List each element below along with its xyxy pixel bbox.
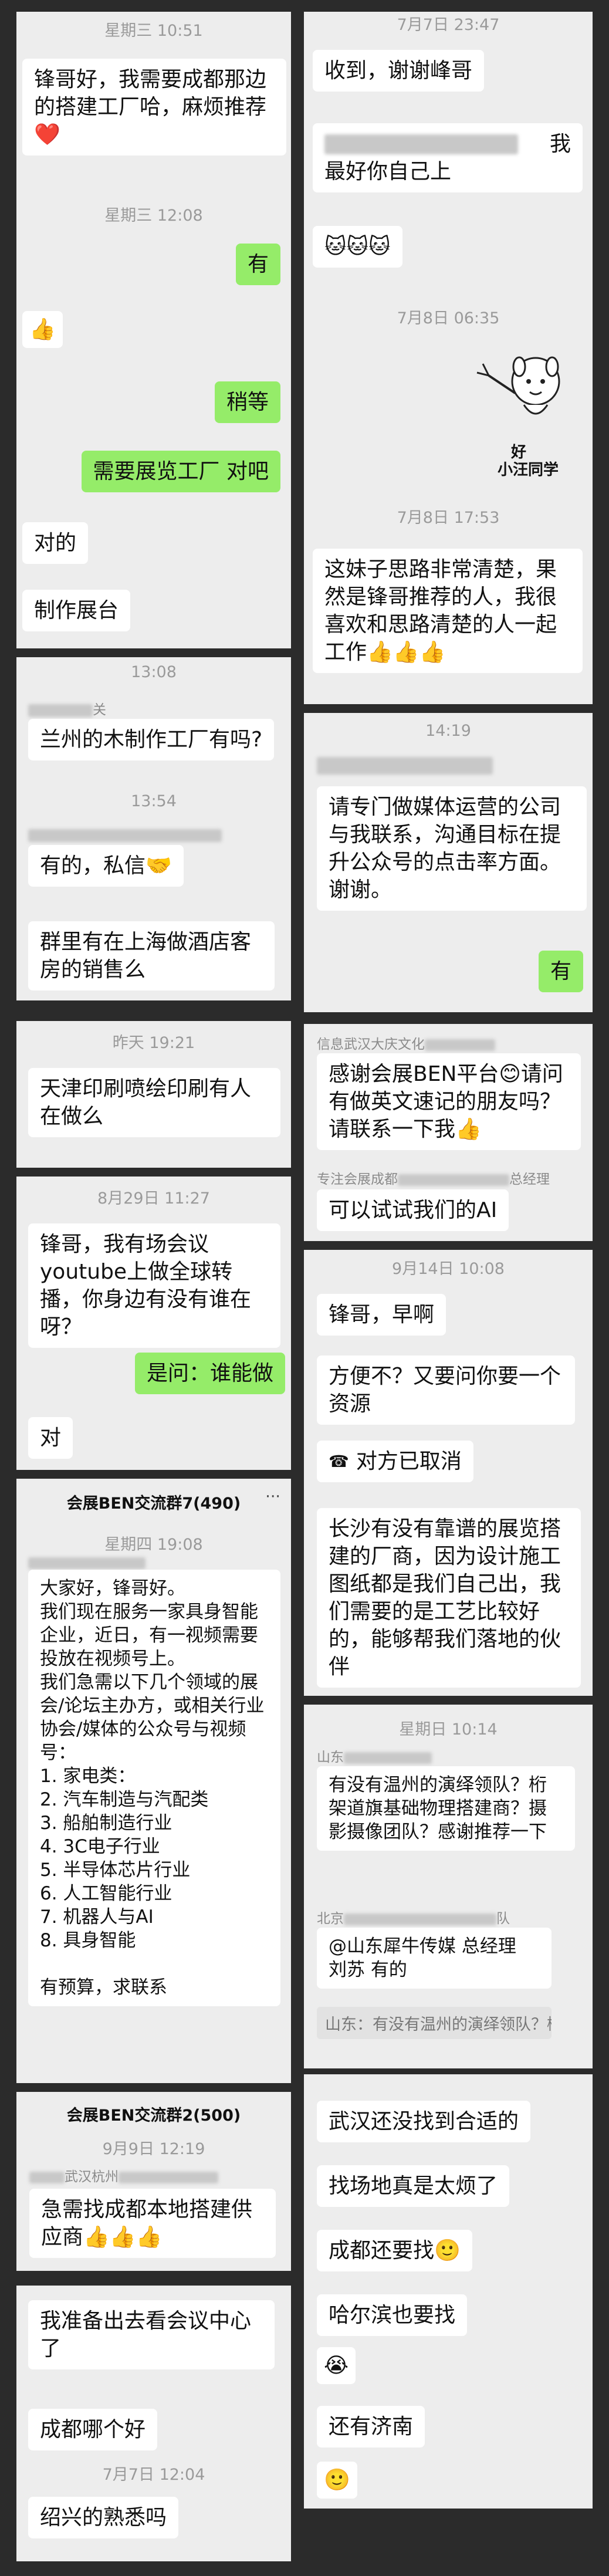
message-bubble[interactable]: 找场地真是太烦了 <box>317 2165 510 2207</box>
message-bubble[interactable]: @山东犀牛传媒 总经理 刘苏 有的 <box>317 1928 552 1989</box>
timestamp: 7月8日 06:35 <box>397 309 500 327</box>
message-line <box>40 1952 269 1976</box>
message-bubble[interactable]: 对的 <box>22 522 89 564</box>
message-bubble[interactable]: 武汉还没找到合适的 <box>317 2101 531 2142</box>
message-line: 5. 半导体芯片行业 <box>40 1860 191 1881</box>
redacted-text <box>324 134 518 154</box>
message-bubble[interactable]: 哈尔滨也要找 <box>317 2294 468 2336</box>
chat-panel-3: 13:08 关 兰州的木制作工厂有吗? 13:54 有的，私信🤝 群里有在上海做… <box>16 657 291 1000</box>
sender-name: 北京队 <box>317 1911 510 1926</box>
message-line: 1. 家电类： <box>40 1766 136 1787</box>
chat-panel-12: 我准备出去看会议中心了 成都哪个好 7月7日 12:04 绍兴的熟悉吗 <box>16 2286 291 2561</box>
message-bubble[interactable]: 请专门做媒体运营的公司与我联系，沟通目标在提升公众号的点击率方面。谢谢。 <box>317 786 587 911</box>
timestamp: 13:54 <box>131 792 177 810</box>
timestamp: 7月7日 23:47 <box>397 16 500 34</box>
message-bubble[interactable]: 制作展台 <box>22 590 131 631</box>
message-bubble[interactable]: 可以试试我们的AI <box>317 1189 509 1231</box>
chat-panel-6: 信息武汉大庆文化 感谢会展BEN平台😊请问有做英文速记的朋友吗？请联系一下我👍 … <box>304 1024 593 1241</box>
sender-name <box>28 1555 146 1570</box>
message-bubble[interactable]: 大家好，锋哥好。 我们现在服务一家具身智能企业，近日，有一视频需要投放在视频号上。… <box>28 1570 280 2006</box>
message-bubble[interactable]: 锋哥好，我需要成都那边的搭建工厂哈，麻烦推荐❤️ <box>22 59 286 155</box>
dog-sticker[interactable]: 好 小汪同学 <box>465 346 583 479</box>
sender-name <box>317 757 493 775</box>
timestamp: 7月8日 17:53 <box>397 509 500 527</box>
sender-name: 武汉杭州 <box>29 2165 218 2185</box>
timestamp: 7月7日 12:04 <box>102 2466 205 2484</box>
more-icon[interactable]: ··· <box>265 1488 280 1506</box>
timestamp: 星期四 19:08 <box>104 1536 203 1554</box>
timestamp: 星期三 12:08 <box>104 207 203 225</box>
timestamp: 星期日 10:14 <box>399 1720 498 1739</box>
message-line: 2. 汽车制造与汽配类 <box>40 1789 209 1810</box>
message-bubble[interactable]: 天津印刷喷绘印刷有人在做么 <box>28 1068 280 1137</box>
timestamp: 星期三 10:51 <box>104 22 203 40</box>
chat-panel-1: 星期三 10:51 锋哥好，我需要成都那边的搭建工厂哈，麻烦推荐❤️ 星期三 1… <box>16 12 291 648</box>
timestamp: 14:19 <box>425 722 471 740</box>
group-title: 会展BEN交流群7(490) <box>66 1495 241 1513</box>
message-bubble[interactable]: 方便不？又要问你要一个资源 <box>317 1355 575 1425</box>
sender-name: 关 <box>28 698 106 718</box>
message-bubble[interactable]: 成都还要找🙂 <box>317 2230 472 2271</box>
phone-hangup-icon: ☎ <box>329 1452 349 1471</box>
timestamp: 8月29日 11:27 <box>97 1189 210 1208</box>
chat-panel-10: 星期日 10:14 山东 有没有温州的演绎领队？桁架道旗基础物理搭建商？摄影摄像… <box>304 1705 593 2068</box>
group-title: 会展BEN交流群2(500) <box>66 2107 241 2125</box>
message-bubble[interactable]: 有 <box>235 244 280 285</box>
chat-panel-11: 会展BEN交流群2(500) 9月9日 12:19 武汉杭州 急需找成都本地搭建… <box>16 2092 291 2271</box>
waving-dog-icon <box>476 356 560 415</box>
message-bubble[interactable]: 🐱🐱🐱 <box>313 226 402 268</box>
chat-panel-4: 14:19 请专门做媒体运营的公司与我联系，沟通目标在提升公众号的点击率方面。谢… <box>304 713 593 1012</box>
message-bubble[interactable]: 群里有在上海做酒店客房的销售么 <box>28 921 275 990</box>
message-bubble[interactable]: 👍 <box>22 311 63 348</box>
message-line: 3. 船舶制造行业 <box>40 1813 172 1834</box>
message-bubble[interactable]: 有的，私信🤝 <box>28 845 184 887</box>
message-bubble[interactable]: 稍等 <box>214 381 280 423</box>
message-bubble[interactable]: 有没有温州的演绎领队？桁架道旗基础物理搭建商？摄影摄像团队？感谢推荐一下 <box>317 1766 575 1851</box>
sender-name: 信息武汉大庆文化 <box>317 1033 495 1053</box>
message-bubble[interactable]: 长沙有没有靠谱的展览搭建的厂商，因为设计施工图纸都是我们自己出，我们需要的是工艺… <box>317 1508 581 1688</box>
message-line: 6. 人工智能行业 <box>40 1883 172 1904</box>
message-line: 大家好，锋哥好。 <box>40 1578 185 1599</box>
message-bubble[interactable]: 需要展览工厂 对吧 <box>81 451 280 492</box>
message-bubble[interactable]: 感谢会展BEN平台😊请问有做英文速记的朋友吗？请联系一下我👍 <box>317 1053 581 1150</box>
timestamp: 13:08 <box>131 663 177 681</box>
message-bubble[interactable]: 还有济南 <box>317 2406 425 2447</box>
message-bubble[interactable]: 😭 <box>317 2347 356 2384</box>
sender-name: 专注会展成都 总经理 <box>317 1172 550 1187</box>
message-bubble[interactable]: 这妹子思路非常清楚，果然是锋哥推荐的人，我很喜欢和思路清楚的人一起工作👍👍👍 <box>313 549 583 673</box>
timestamp: 9月14日 10:08 <box>392 1260 505 1278</box>
voice-call-record[interactable]: ☎ 对方已取消 <box>317 1441 473 1482</box>
message-line: 有预算，求联系 <box>40 1977 167 1998</box>
message-bubble[interactable]: 🙂 <box>317 2462 357 2499</box>
chat-panel-13: 武汉还没找到合适的 找场地真是太烦了 成都还要找🙂 哈尔滨也要找 😭 还有济南 … <box>304 2074 593 2509</box>
timestamp: 昨天 19:21 <box>112 1034 195 1052</box>
message-bubble[interactable]: 绍兴的熟悉吗 <box>28 2497 179 2538</box>
message-bubble[interactable]: 有 <box>538 951 583 992</box>
message-bubble[interactable]: 我 最好你自己上 <box>313 123 583 192</box>
message-bubble[interactable]: 锋哥，我有场会议youtube上做全球转播，你身边有没有谁在呀？ <box>28 1223 280 1348</box>
chat-panel-8: 9月14日 10:08 锋哥，早啊 方便不？又要问你要一个资源 ☎ 对方已取消 长… <box>304 1250 593 1696</box>
chat-panel-5: 昨天 19:21 天津印刷喷绘印刷有人在做么 <box>16 1021 291 1168</box>
message-line: 4. 3C电子行业 <box>40 1836 160 1857</box>
sender-name: 山东 <box>317 1746 432 1766</box>
message-bubble[interactable]: 对 <box>28 1417 73 1459</box>
message-bubble[interactable]: 兰州的木制作工厂有吗? <box>28 719 275 760</box>
chat-panel-7: 8月29日 11:27 锋哥，我有场会议youtube上做全球转播，你身边有没有… <box>16 1177 291 1470</box>
message-line: 8. 具身智能 <box>40 1930 136 1951</box>
message-bubble[interactable]: 锋哥，早啊 <box>317 1294 446 1336</box>
message-line: 7. 机器人与AI <box>40 1906 154 1928</box>
message-line: 我们急需以下几个领域的展会/论坛主办方，或相关行业协会/媒体的公众号与视频号： <box>40 1672 265 1763</box>
quoted-message[interactable]: 山东：有没有温州的演绎领队？桁架道旗基础... <box>317 2007 552 2039</box>
message-bubble[interactable]: 收到，谢谢峰哥 <box>313 50 485 92</box>
message-bubble[interactable]: 我准备出去看会议中心了 <box>28 2300 275 2369</box>
message-line: 我们现在服务一家具身智能企业，近日，有一视频需要投放在视频号上。 <box>40 1601 258 1669</box>
message-bubble[interactable]: 是问：谁能做 <box>134 1353 285 1394</box>
timestamp: 9月9日 12:19 <box>102 2140 205 2158</box>
message-bubble[interactable]: 急需找成都本地搭建供应商👍👍👍 <box>29 2189 276 2258</box>
message-bubble[interactable]: 成都哪个好 <box>28 2409 158 2450</box>
chat-panel-2: 7月7日 23:47 收到，谢谢峰哥 我 最好你自己上 🐱🐱🐱 7月8日 06:… <box>304 12 593 704</box>
sender-name <box>28 827 222 843</box>
chat-panel-9: 会展BEN交流群7(490) ··· 星期四 19:08 大家好，锋哥好。 我们现… <box>16 1479 291 2083</box>
